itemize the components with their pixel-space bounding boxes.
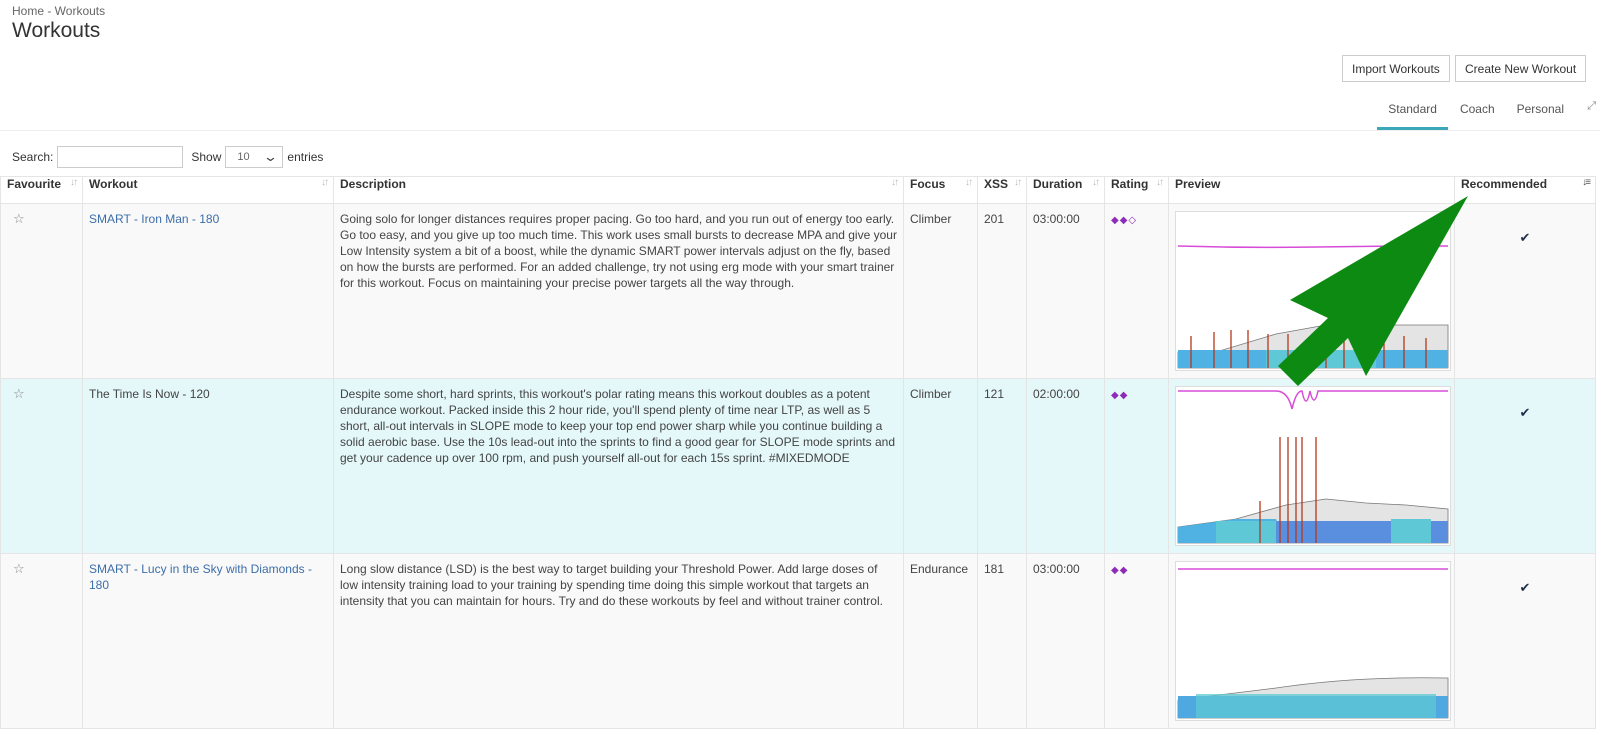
col-description[interactable]: Description ↓↑	[333, 176, 904, 204]
workout-description: Despite some short, hard sprints, this w…	[333, 378, 904, 554]
table-controls: Search: Show 10 ⌄ entries	[12, 146, 323, 168]
rating-icon: ◆◆	[1111, 565, 1129, 576]
workout-xss: 201	[977, 203, 1027, 379]
rating-icon: ◆◆◇	[1111, 215, 1138, 226]
sort-icon: ↓↑	[1156, 177, 1164, 188]
expand-icon[interactable]: ⤢	[1587, 100, 1596, 113]
sort-icon: ↓↑	[321, 177, 329, 188]
page-header: Home - Workouts Workouts	[12, 4, 105, 43]
workout-link[interactable]: SMART - Lucy in the Sky with Diamonds - …	[89, 562, 312, 592]
workout-name[interactable]: The Time Is Now - 120	[82, 378, 334, 554]
table-row: ☆ SMART - Lucy in the Sky with Diamonds …	[0, 553, 1596, 729]
workout-preview	[1175, 561, 1451, 721]
tab-standard[interactable]: Standard	[1377, 96, 1448, 130]
breadcrumb[interactable]: Home - Workouts	[12, 4, 105, 18]
check-icon: ✔	[1519, 405, 1531, 420]
sort-icon: ↓↑	[70, 177, 78, 188]
import-workouts-button[interactable]: Import Workouts	[1342, 55, 1450, 82]
star-icon[interactable]: ☆	[7, 561, 25, 576]
star-icon[interactable]: ☆	[7, 386, 25, 401]
entries-select[interactable]: 10 ⌄	[225, 146, 284, 168]
col-rating[interactable]: Rating ↓↑	[1104, 176, 1169, 204]
sort-icon: ↓↑	[965, 177, 973, 188]
table-row: ☆ The Time Is Now - 120 Despite some sho…	[0, 378, 1596, 554]
search-label: Search:	[12, 150, 54, 164]
workout-link[interactable]: SMART - Iron Man - 180	[89, 212, 219, 226]
workout-duration: 03:00:00	[1026, 553, 1105, 729]
sort-icon: ↓↑	[1092, 177, 1100, 188]
rating-icon: ◆◆	[1111, 390, 1129, 401]
workout-focus: Endurance	[903, 553, 978, 729]
tab-personal[interactable]: Personal	[1507, 96, 1574, 130]
workout-xss: 121	[977, 378, 1027, 554]
check-icon: ✔	[1519, 580, 1531, 595]
workout-xss: 181	[977, 553, 1027, 729]
page-title: Workouts	[12, 19, 101, 42]
divider	[0, 130, 1600, 131]
create-new-workout-button[interactable]: Create New Workout	[1455, 55, 1587, 82]
col-workout[interactable]: Workout ↓↑	[82, 176, 334, 204]
entries-label: entries	[287, 150, 324, 164]
workout-duration: 02:00:00	[1026, 378, 1105, 554]
star-icon[interactable]: ☆	[7, 211, 25, 226]
workout-description: Long slow distance (LSD) is the best way…	[333, 553, 904, 729]
tab-coach[interactable]: Coach	[1450, 96, 1505, 130]
workout-preview	[1175, 386, 1451, 546]
chevron-down-icon: ⌄	[263, 149, 279, 164]
workout-focus: Climber	[903, 378, 978, 554]
col-focus[interactable]: Focus ↓↑	[903, 176, 978, 204]
workout-tabs: Standard Coach Personal	[1375, 96, 1574, 130]
show-label: Show	[191, 150, 222, 164]
sort-icon: ↓↑	[1014, 177, 1022, 188]
sort-desc-icon: ↓≡	[1582, 177, 1591, 188]
col-duration[interactable]: Duration ↓↑	[1026, 176, 1105, 204]
search-input[interactable]	[57, 146, 184, 168]
entries-value: 10	[237, 151, 250, 163]
workout-focus: Climber	[903, 203, 978, 379]
col-favourite[interactable]: Favourite ↓↑	[0, 176, 83, 204]
sort-icon: ↓↑	[891, 177, 899, 188]
workout-description: Going solo for longer distances requires…	[333, 203, 904, 379]
workout-duration: 03:00:00	[1026, 203, 1105, 379]
col-xss[interactable]: XSS ↓↑	[977, 176, 1027, 204]
annotation-arrow-icon	[1278, 196, 1468, 386]
